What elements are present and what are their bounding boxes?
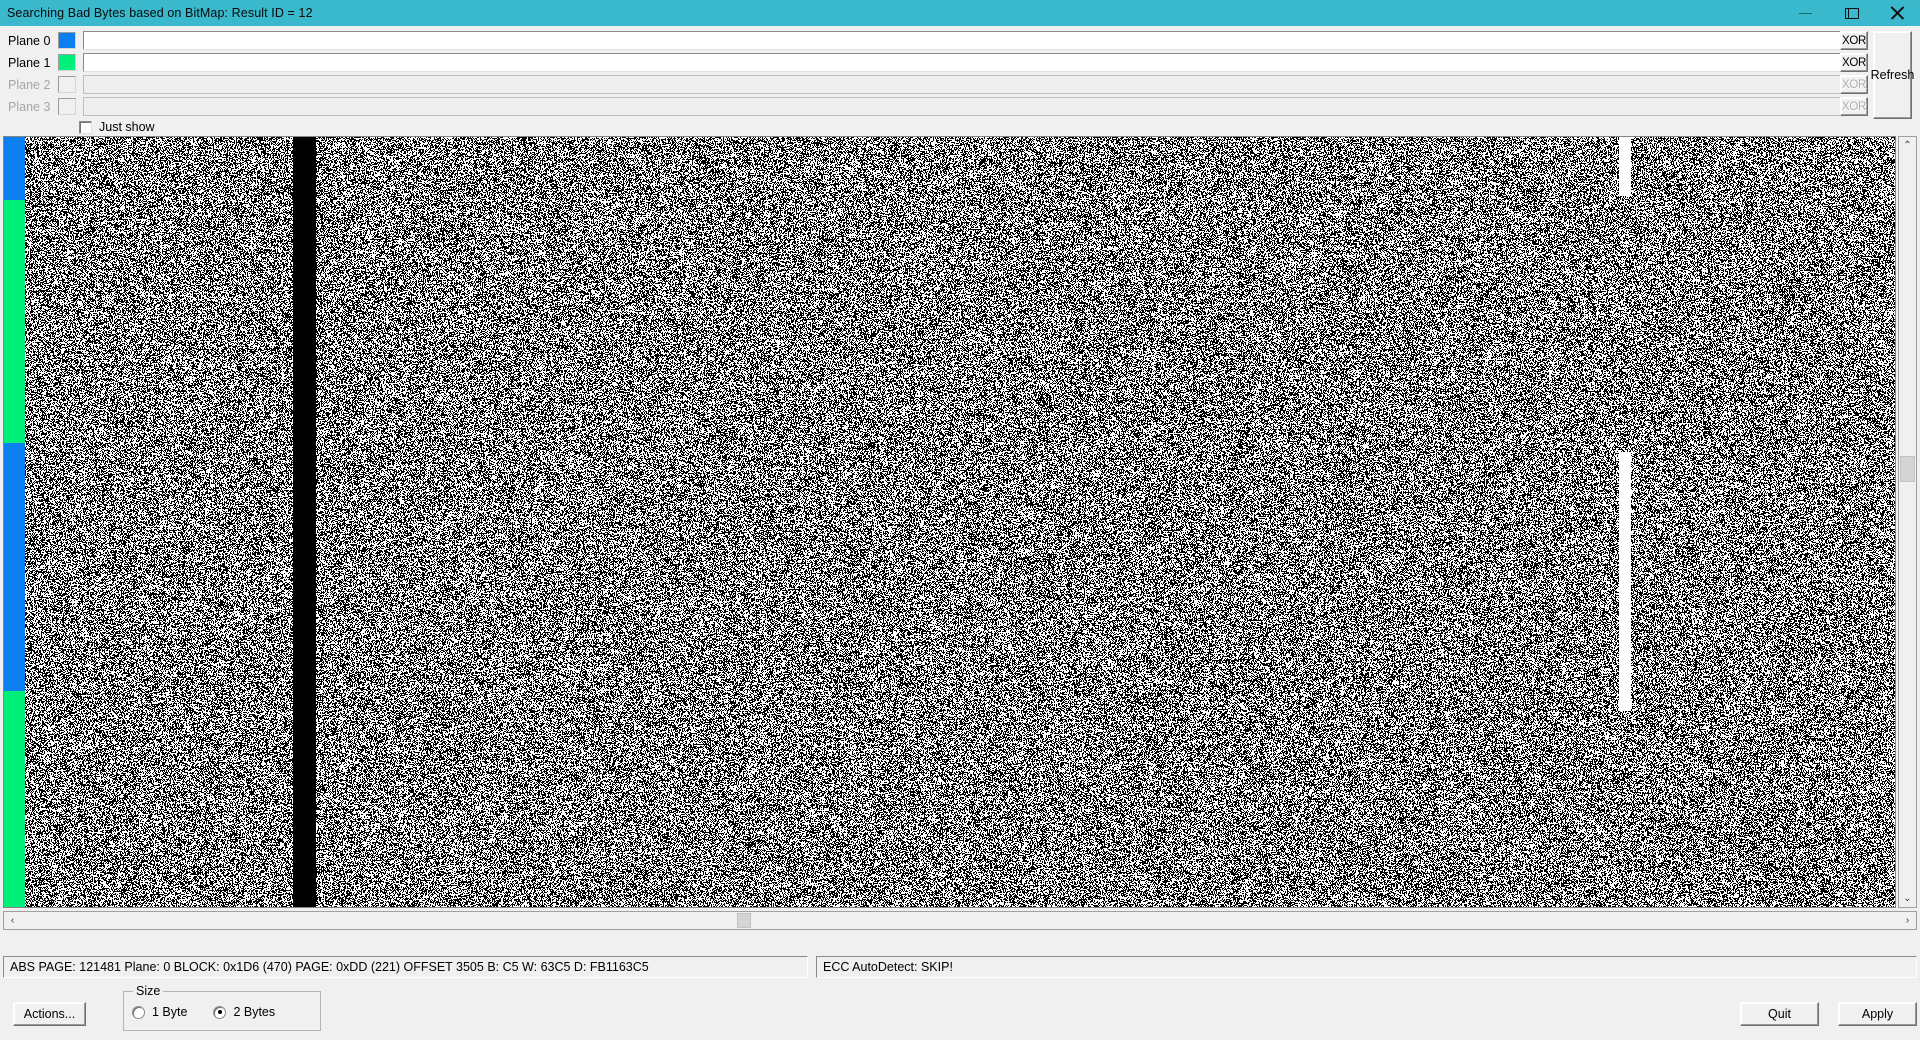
scroll-left-icon[interactable]: ‹ [4, 912, 21, 929]
vertical-scrollbar-thumb[interactable] [1900, 455, 1915, 482]
apply-button[interactable]: Apply [1838, 1002, 1917, 1026]
size-radio-row: 1 Byte 2 Bytes [132, 1005, 314, 1019]
actions-button[interactable]: Actions... [13, 1002, 86, 1026]
status-pane-ecc: ECC AutoDetect: SKIP! [816, 956, 1917, 978]
plane-row-2: Plane 2 [0, 74, 1843, 95]
color-band-0 [4, 137, 25, 201]
status-bar: ABS PAGE: 121481 Plane: 0 BLOCK: 0x1D6 (… [3, 956, 1917, 978]
plane-label-0: Plane 0 [8, 33, 51, 48]
minimize-icon [1798, 12, 1812, 14]
title-bar: Searching Bad Bytes based on BitMap: Res… [0, 0, 1920, 26]
close-icon [1890, 6, 1904, 20]
plane-input-0[interactable] [83, 31, 1843, 50]
plane-color-strip [4, 137, 25, 907]
xor-button-3: XOR [1840, 97, 1868, 116]
size-group-legend: Size [133, 984, 164, 998]
application-window: Searching Bad Bytes based on BitMap: Res… [0, 0, 1920, 1040]
planes-panel: Plane 0 Plane 1 Plane 2 Plane 3 XOR XOR … [0, 26, 1920, 130]
plane-label-3: Plane 3 [8, 99, 51, 114]
status-pane-divider [808, 956, 816, 978]
restore-icon [1844, 7, 1859, 19]
plane-input-3 [83, 97, 1843, 116]
plane-label-1: Plane 1 [8, 55, 51, 70]
plane-input-2 [83, 75, 1843, 94]
scroll-up-icon[interactable]: ⌃ [1899, 137, 1916, 154]
xor-button-0[interactable]: XOR [1840, 31, 1868, 50]
plane-row-3: Plane 3 [0, 96, 1843, 117]
size-radio-2-bytes-label: 2 Bytes [233, 1005, 276, 1019]
just-show-checkbox[interactable] [79, 120, 92, 134]
plane-color-swatch-0[interactable] [58, 32, 76, 49]
plane-input-1[interactable] [83, 53, 1843, 72]
xor-button-1[interactable]: XOR [1840, 53, 1868, 72]
plane-label-2: Plane 2 [8, 77, 51, 92]
close-button[interactable] [1874, 0, 1920, 26]
color-band-3 [4, 690, 25, 907]
xor-button-2: XOR [1840, 75, 1868, 94]
just-show-label: Just show [99, 120, 155, 134]
refresh-button[interactable]: Refresh [1871, 31, 1914, 119]
bitmap-canvas[interactable] [25, 137, 1895, 907]
vertical-scrollbar[interactable]: ⌃ ⌄ [1898, 136, 1917, 908]
restore-button[interactable] [1828, 0, 1874, 26]
plane-color-swatch-3 [58, 98, 76, 115]
size-radio-1-byte-label: 1 Byte [152, 1005, 188, 1019]
bitmap-noise-area[interactable] [25, 137, 1895, 907]
plane-row-1: Plane 1 [0, 52, 1843, 73]
color-band-1 [4, 200, 25, 444]
scroll-right-icon[interactable]: › [1899, 912, 1916, 929]
status-pane-address: ABS PAGE: 121481 Plane: 0 BLOCK: 0x1D6 (… [3, 956, 808, 978]
horizontal-scrollbar[interactable]: ‹ › [3, 911, 1917, 930]
color-band-2 [4, 443, 25, 691]
size-radio-1-byte[interactable] [132, 1005, 145, 1019]
scroll-down-icon[interactable]: ⌄ [1899, 890, 1916, 907]
minimize-button[interactable] [1782, 0, 1828, 26]
plane-color-swatch-1[interactable] [58, 54, 76, 71]
horizontal-scrollbar-thumb[interactable] [736, 913, 751, 928]
plane-row-0: Plane 0 [0, 30, 1843, 51]
plane-color-swatch-2 [58, 76, 76, 93]
just-show-checkbox-wrap[interactable]: Just show [79, 120, 155, 134]
size-radio-2-bytes[interactable] [213, 1005, 227, 1019]
window-title: Searching Bad Bytes based on BitMap: Res… [7, 6, 313, 20]
quit-button[interactable]: Quit [1740, 1002, 1819, 1026]
size-group: Size 1 Byte 2 Bytes [123, 984, 321, 1031]
bitmap-view[interactable] [3, 136, 1896, 908]
